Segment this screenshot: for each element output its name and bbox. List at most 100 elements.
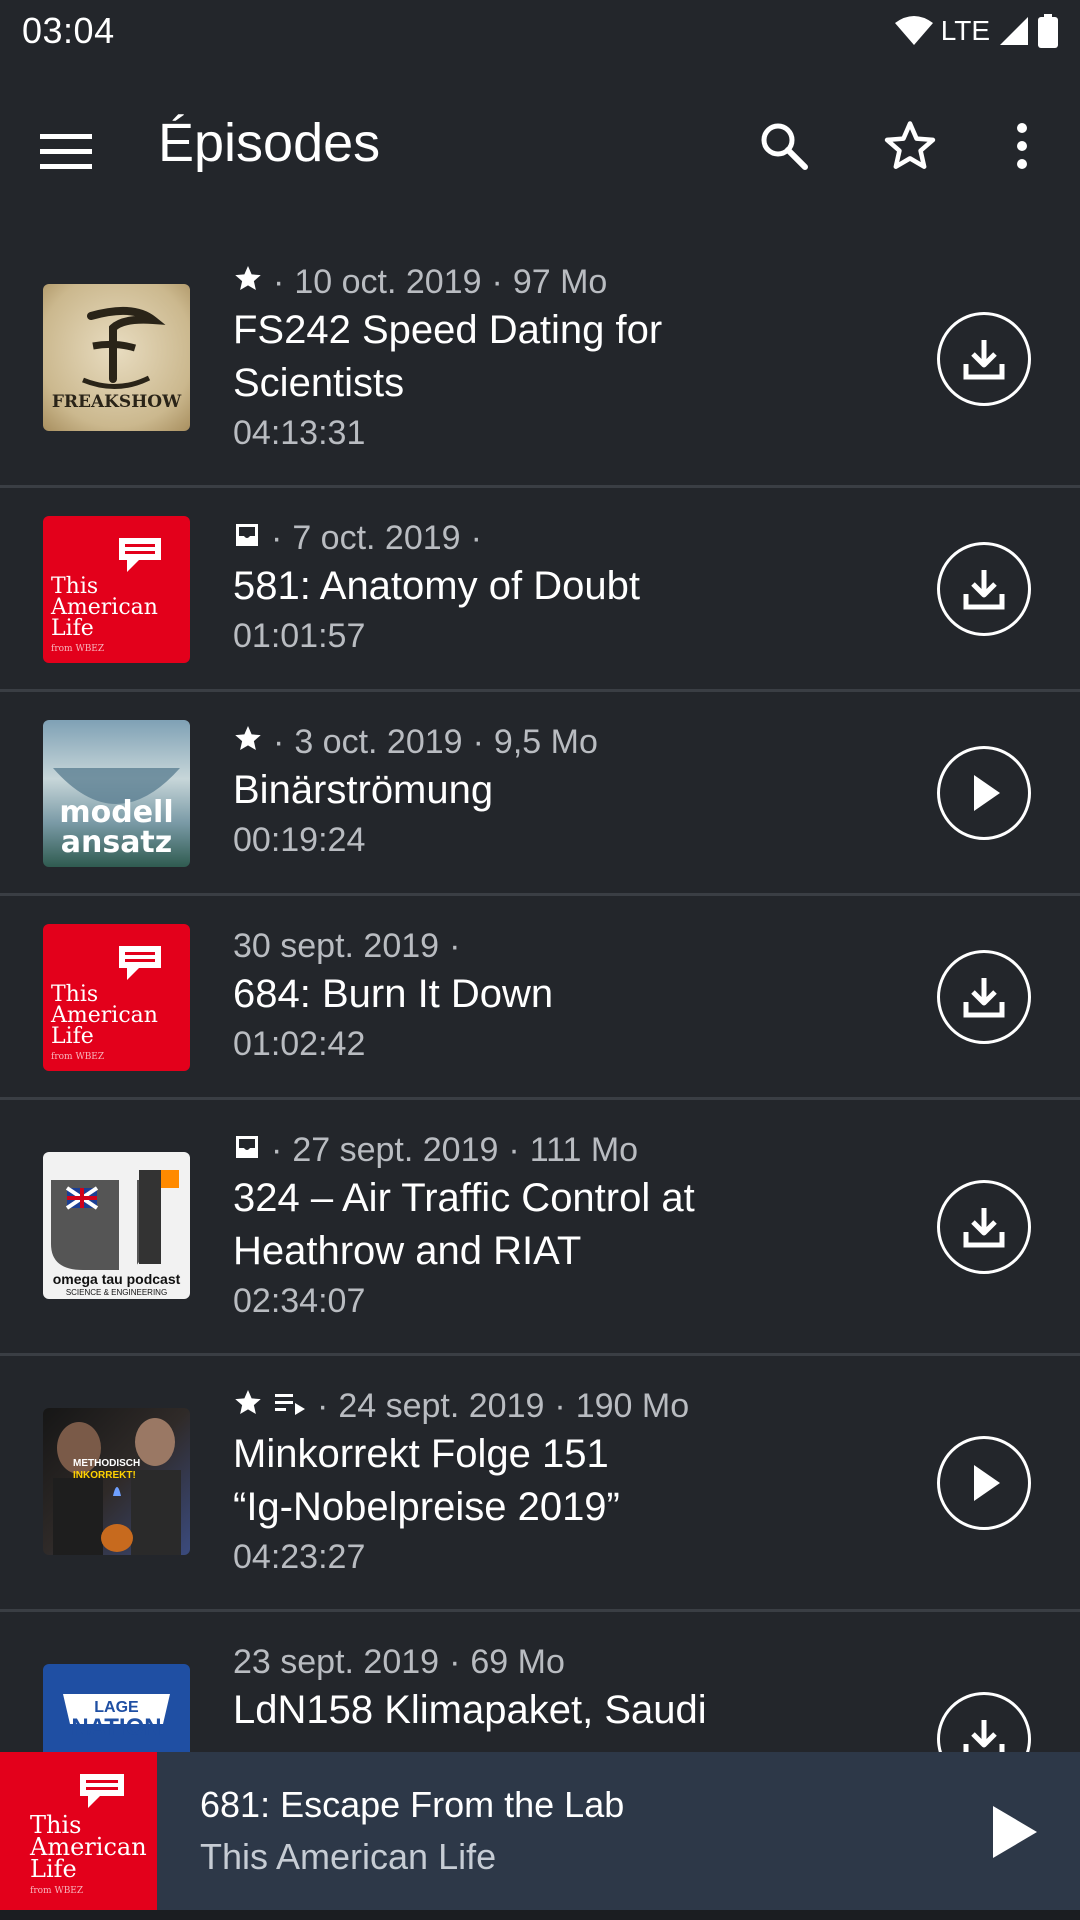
download-button[interactable]	[937, 542, 1031, 636]
play-icon	[974, 1465, 1000, 1501]
list-item[interactable]: LAGE NATION 23 sept. 2019 · 69 Mo LdN158…	[0, 1612, 1080, 1752]
download-button[interactable]	[937, 1180, 1031, 1274]
episode-text: · 10 oct. 2019 · 97 Mo FS242 Speed Datin…	[233, 260, 910, 453]
episode-duration: 01:02:42	[233, 1025, 366, 1063]
meta-separator: ·	[491, 262, 503, 301]
cover-label: This American Life from WBEZ	[51, 576, 158, 660]
episode-size: 69 Mo	[470, 1642, 565, 1681]
cover-label: This American Life from WBEZ	[51, 984, 158, 1068]
cover-line: modell	[59, 795, 174, 830]
download-icon	[963, 570, 1005, 610]
play-icon	[993, 1806, 1037, 1858]
cover-label: LAGE NATION	[43, 1698, 190, 1740]
cover-label: modell ansatz	[43, 798, 190, 858]
status-time: 03:04	[22, 10, 115, 51]
episode-title: FS242 Speed Dating for Scientists	[233, 304, 910, 410]
list-item[interactable]: METHODISCH INKORREKT! · 24 sept. 2019 · …	[0, 1356, 1080, 1612]
battery-icon	[1038, 14, 1058, 48]
meta-separator: ·	[273, 722, 285, 761]
search-icon[interactable]	[752, 114, 816, 178]
cover-line: omega tau podcast	[52, 1271, 181, 1287]
episode-title-line: FS242 Speed Dating for	[233, 308, 663, 352]
network-type: LTE	[940, 15, 990, 46]
download-icon	[963, 340, 1005, 380]
episode-title-line: Scientists	[233, 361, 405, 405]
cover-line: from WBEZ	[30, 1886, 84, 1896]
list-item[interactable]: omega tau podcast SCIENCE & ENGINEERING …	[0, 1100, 1080, 1356]
cover-line: Life	[30, 1855, 77, 1883]
list-item[interactable]: FREAKSHOW · 10 oct. 2019 · 97 Mo FS242 S…	[0, 232, 1080, 488]
wifi-icon	[894, 16, 933, 46]
cover-line: from WBEZ	[51, 644, 105, 654]
cover-line: American	[51, 1003, 158, 1028]
episode-meta: · 27 sept. 2019 · 111 Mo	[233, 1128, 910, 1172]
download-button[interactable]	[937, 950, 1031, 1044]
episode-title: 581: Anatomy of Doubt	[233, 560, 910, 613]
episode-title: Binärströmung	[233, 764, 910, 817]
mini-player-episode-title: 681: Escape From the Lab	[200, 1784, 625, 1825]
download-button[interactable]	[937, 1692, 1031, 1752]
status-icons: LTE	[894, 14, 1058, 48]
episode-title: 684: Burn It Down	[233, 968, 910, 1021]
episode-title-line: 581: Anatomy of Doubt	[233, 564, 640, 608]
episode-text: 30 sept. 2019 · 684: Burn It Down 01:02:…	[233, 924, 910, 1064]
episode-date: 24 sept. 2019	[338, 1386, 545, 1425]
episode-title-line: Heathrow and RIAT	[233, 1229, 582, 1273]
menu-icon[interactable]	[40, 120, 104, 184]
meta-separator: ·	[273, 262, 285, 301]
download-icon	[963, 978, 1005, 1018]
meta-separator: ·	[508, 1130, 520, 1169]
download-icon	[963, 1720, 1005, 1752]
play-button[interactable]	[937, 746, 1031, 840]
mini-player-podcast-title: This American Life	[200, 1836, 497, 1877]
episode-text: · 3 oct. 2019 · 9,5 Mo Binärströmung 00:…	[233, 720, 910, 860]
episode-size: 111 Mo	[529, 1130, 639, 1169]
cover-line: This	[51, 982, 99, 1007]
signal-icon	[998, 15, 1030, 47]
episode-title-line: 684: Burn It Down	[233, 972, 554, 1016]
inbox-icon	[233, 519, 261, 558]
podcast-cover: modell ansatz	[43, 720, 190, 867]
list-item[interactable]: This American Life from WBEZ 30 sept. 20…	[0, 896, 1080, 1100]
episode-title-line: “Ig-Nobelpreise 2019”	[233, 1485, 620, 1529]
episode-date: 23 sept. 2019	[233, 1642, 440, 1681]
episode-title: Minkorrekt Folge 151 “Ig-Nobelpreise 201…	[233, 1428, 910, 1534]
play-button[interactable]	[937, 1436, 1031, 1530]
episode-text: · 7 oct. 2019 · 581: Anatomy of Doubt 01…	[233, 516, 910, 656]
meta-separator: ·	[271, 518, 283, 557]
cover-label: METHODISCH INKORREKT!	[73, 1458, 140, 1482]
podcast-cover: This American Life from WBEZ	[43, 924, 190, 1071]
list-item[interactable]: modell ansatz · 3 oct. 2019 · 9,5 Mo Bin…	[0, 692, 1080, 896]
podcast-cover: This American Life from WBEZ	[43, 516, 190, 663]
podcast-cover: METHODISCH INKORREKT!	[43, 1408, 190, 1555]
app-bar: Épisodes	[0, 62, 1080, 232]
mini-player-play-button[interactable]	[985, 1800, 1049, 1864]
episode-size: 97 Mo	[512, 262, 608, 301]
mini-player[interactable]: This American Life from WBEZ 681: Escape…	[0, 1752, 1080, 1910]
meta-separator: ·	[472, 722, 484, 761]
cover-line: Life	[51, 1024, 94, 1049]
inbox-icon	[233, 1131, 261, 1170]
star-outline-icon[interactable]	[878, 114, 942, 178]
meta-separator: ·	[271, 1130, 283, 1169]
episode-date: 10 oct. 2019	[294, 262, 482, 301]
episode-meta: · 24 sept. 2019 · 190 Mo	[233, 1384, 910, 1428]
more-vert-icon[interactable]	[990, 114, 1054, 178]
download-button[interactable]	[937, 312, 1031, 406]
episode-meta: · 7 oct. 2019 ·	[233, 516, 910, 560]
list-item[interactable]: This American Life from WBEZ · 7 oct. 20…	[0, 488, 1080, 692]
episode-duration: 02:34:07	[233, 1282, 366, 1320]
star-icon	[233, 723, 263, 762]
cover-line: from WBEZ	[51, 1052, 105, 1062]
episode-list-viewport[interactable]: FREAKSHOW · 10 oct. 2019 · 97 Mo FS242 S…	[0, 232, 1080, 1752]
episode-title-line: 324 – Air Traffic Control at	[233, 1176, 695, 1220]
meta-separator: ·	[470, 518, 482, 557]
mini-player-cover: This American Life from WBEZ	[0, 1752, 157, 1910]
episode-duration: 04:23:27	[233, 1538, 366, 1576]
page-title: Épisodes	[158, 113, 381, 173]
episode-text: · 27 sept. 2019 · 111 Mo 324 – Air Traff…	[233, 1128, 910, 1321]
episode-duration: 01:01:57	[233, 617, 366, 655]
cover-label: FREAKSHOW	[51, 392, 182, 412]
episode-title-line: Binärströmung	[233, 768, 494, 812]
episode-list: FREAKSHOW · 10 oct. 2019 · 97 Mo FS242 S…	[0, 232, 1080, 1752]
